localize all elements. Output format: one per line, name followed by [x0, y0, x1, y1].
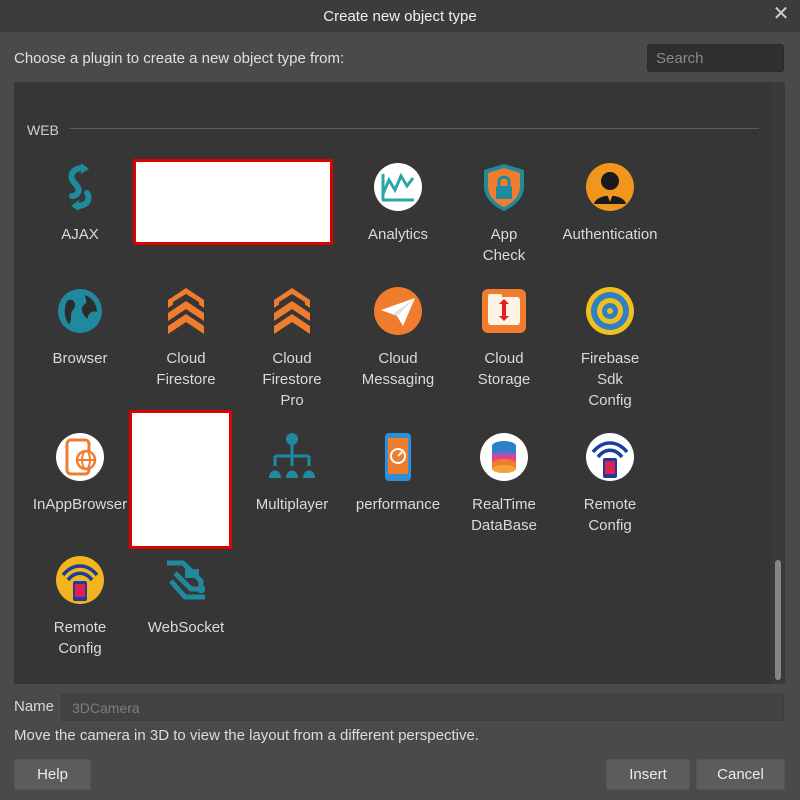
cloud-firestore-pro-icon [267, 286, 317, 336]
plugin-item-cloud-messaging[interactable]: Cloud Messaging [345, 286, 451, 390]
plugin-label: Browser [52, 350, 108, 367]
section-divider [69, 128, 759, 129]
app-check-icon [479, 162, 529, 212]
plugin-item-performance[interactable]: performance [345, 432, 451, 515]
websocket-icon [161, 555, 211, 605]
close-icon[interactable]: ✕ [770, 3, 792, 25]
insert-button[interactable]: Insert [606, 759, 690, 790]
plugin-item-cloud-firestore-pro[interactable]: Cloud Firestore Pro [239, 286, 345, 411]
plugin-item-analytics[interactable]: Analytics [345, 162, 451, 245]
plugin-item-realtime-database[interactable]: RealTime DataBase [451, 432, 557, 536]
realtime-database-icon [479, 432, 529, 482]
cloud-firestore-icon [161, 286, 211, 336]
plugin-label: Remote Config [53, 619, 107, 657]
plugin-label: Analytics [367, 226, 429, 243]
cloud-messaging-icon [373, 286, 423, 336]
plugin-item-ajax[interactable]: AJAX [27, 162, 133, 245]
cloud-storage-icon [479, 286, 529, 336]
analytics-icon [373, 162, 423, 212]
plugin-item-browser[interactable]: Browser [27, 286, 133, 369]
remote-config-icon [585, 432, 635, 482]
prompt-text: Choose a plugin to create a new object t… [14, 50, 345, 67]
plugin-label: Cloud Messaging [361, 350, 435, 388]
name-field[interactable] [61, 694, 784, 721]
performance-icon [373, 432, 423, 482]
multiplayer-icon [267, 432, 317, 482]
browser-icon [55, 286, 105, 336]
plugin-label: Remote Config [583, 496, 637, 534]
plugin-label: performance [355, 496, 441, 513]
title-bar: Create new object type ✕ [0, 0, 800, 32]
redacted-block [133, 159, 333, 245]
plugin-item-cloud-storage[interactable]: Cloud Storage [451, 286, 557, 390]
plugin-label: Cloud Firestore [156, 350, 216, 388]
vertical-scrollbar[interactable] [771, 82, 785, 684]
name-label: Name [14, 698, 55, 715]
firebase-sdk-config-icon [585, 286, 635, 336]
plugin-item-websocket[interactable]: WebSocket [133, 555, 239, 638]
plugin-item-app-check[interactable]: App Check [451, 162, 557, 266]
plugin-label: AJAX [61, 226, 99, 243]
window-title: Create new object type [323, 7, 477, 25]
redacted-block [129, 410, 232, 549]
in-app-browser-icon [55, 432, 105, 482]
plugin-item-firebase-sdk-config[interactable]: Firebase Sdk Config [557, 286, 663, 411]
scrollbar-thumb[interactable] [775, 560, 781, 680]
plugin-label: Cloud Storage [477, 350, 531, 388]
plugin-item-cloud-firestore[interactable]: Cloud Firestore [133, 286, 239, 390]
plugin-item-remote-config-2[interactable]: Remote Config [27, 555, 133, 659]
plugin-item-remote-config[interactable]: Remote Config [557, 432, 663, 536]
plugin-list-panel: WEB AJAX Analytics App Check Authenticat… [14, 82, 785, 684]
plugin-label: Authentication [562, 226, 658, 243]
cancel-button[interactable]: Cancel [696, 759, 785, 790]
plugin-label: InAppBrowser [32, 496, 128, 513]
plugin-description: Move the camera in 3D to view the layout… [14, 727, 479, 744]
plugin-item-multiplayer[interactable]: Multiplayer [239, 432, 345, 515]
plugin-label: Cloud Firestore Pro [262, 350, 322, 409]
plugin-item-in-app-browser[interactable]: InAppBrowser [27, 432, 133, 515]
help-button[interactable]: Help [14, 759, 91, 790]
section-label-web: WEB [27, 122, 59, 138]
authentication-icon [585, 162, 635, 212]
plugin-label: WebSocket [147, 619, 225, 636]
plugin-label: RealTime DataBase [471, 496, 537, 534]
ajax-icon [55, 162, 105, 212]
search-input[interactable] [647, 44, 784, 72]
remote-config-icon [55, 555, 105, 605]
plugin-item-authentication[interactable]: Authentication [557, 162, 663, 245]
plugin-label: App Check [482, 226, 526, 264]
plugin-label: Firebase Sdk Config [580, 350, 640, 409]
plugin-label: Multiplayer [255, 496, 329, 513]
